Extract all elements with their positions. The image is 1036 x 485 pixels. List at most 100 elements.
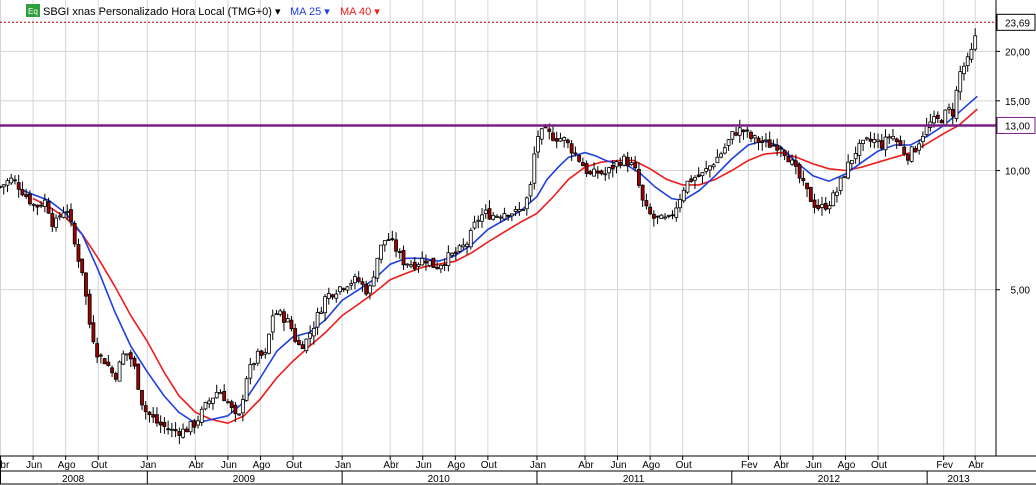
month-tick-label: Ago — [447, 460, 465, 471]
price-bar-body — [741, 129, 746, 133]
price-bar-body — [263, 352, 268, 355]
price-bar-body — [379, 244, 384, 260]
price-bar-body — [745, 129, 750, 132]
price-bar-body — [229, 401, 234, 408]
price-bar-body — [958, 71, 963, 93]
year-label: 2011 — [623, 474, 645, 485]
price-bar-body — [767, 139, 772, 148]
ma25-legend[interactable]: MA 25 ▾ — [290, 6, 330, 18]
price-bar-body — [46, 201, 51, 214]
price-bar — [117, 360, 122, 382]
price-bar-body — [539, 128, 544, 140]
price-bar-body — [13, 179, 17, 182]
month-tick-label: Abr — [774, 460, 790, 471]
price-bar-body — [57, 215, 62, 218]
month-tick-label: Abr — [968, 460, 984, 471]
price-bar-body — [252, 363, 256, 366]
price-bar — [72, 220, 77, 248]
price-bar-body — [349, 283, 354, 286]
price-bar — [102, 357, 107, 365]
price-bar-body — [973, 35, 978, 50]
price-bar-body — [495, 215, 499, 218]
price-bar-body — [950, 109, 955, 117]
price-bar — [521, 208, 525, 211]
price-bar — [577, 154, 582, 163]
price-bar-body — [838, 177, 843, 191]
price-tick-label: 10,00 — [1005, 167, 1030, 178]
price-bar-body — [924, 125, 929, 136]
price-bar-body — [898, 140, 903, 146]
price-bar-body — [31, 203, 36, 206]
price-bar-body — [237, 413, 242, 416]
price-tick-label: 5,00 — [1011, 286, 1031, 297]
price-bar-body — [704, 168, 709, 172]
price-bar-body — [356, 277, 361, 282]
price-bar-body — [155, 414, 159, 424]
price-bar-body — [367, 285, 372, 294]
price-bar-body — [255, 350, 260, 364]
year-label: 2013 — [948, 474, 971, 485]
price-bar — [87, 289, 92, 329]
price-bar-body — [140, 389, 144, 406]
price-bar-body — [618, 162, 623, 166]
month-tick-label: Jan — [335, 460, 351, 471]
ma40-legend[interactable]: MA 40 ▾ — [340, 6, 380, 18]
price-bar-body — [453, 251, 458, 254]
price-tick-label: 20,00 — [1005, 47, 1030, 58]
price-axis-panel — [996, 0, 1036, 456]
price-bar — [808, 186, 813, 202]
price-bar-body — [69, 209, 73, 222]
chart-legend: Eq SBGI xnas Personalizado Hora Local (T… — [26, 4, 380, 18]
price-bar-body — [420, 257, 425, 266]
price-bar-body — [659, 214, 664, 219]
price-bar-body — [939, 120, 944, 124]
price-bar-body — [405, 263, 410, 266]
price-bar-body — [876, 139, 880, 142]
price-bar-body — [5, 180, 10, 186]
year-label: 2010 — [428, 474, 451, 485]
price-bar-body — [240, 399, 245, 414]
price-bar-body — [375, 257, 380, 279]
month-tick-label: Jun — [26, 460, 42, 471]
price-bar-body — [513, 209, 518, 213]
price-bar-body — [222, 391, 227, 402]
price-bar-body — [465, 243, 469, 247]
month-tick-label: Ago — [642, 460, 660, 471]
price-bar-body — [244, 378, 249, 401]
price-bar-body — [207, 400, 212, 405]
price-bar-body — [674, 207, 679, 218]
price-bar-body — [700, 172, 705, 177]
last-price-tag-label: 23,69 — [1005, 18, 1030, 29]
price-bar-body — [214, 391, 219, 399]
price-bar-body — [711, 164, 716, 168]
price-bar-body — [648, 206, 653, 215]
price-bar-body — [969, 49, 974, 60]
price-bar-body — [188, 421, 193, 433]
symbol-title[interactable]: SBGI xnas Personalizado Hora Local (TMG+… — [43, 6, 281, 18]
price-bar-body — [715, 156, 720, 164]
price-bar-body — [196, 420, 200, 426]
price-bar-body — [61, 212, 66, 218]
symbol-dropdown-icon: ▾ — [275, 6, 281, 18]
price-bar-body — [457, 245, 462, 252]
price-bar-body — [76, 244, 81, 262]
month-tick-label: Out — [286, 460, 302, 471]
price-bar-body — [592, 168, 596, 177]
month-tick-label: Out — [91, 460, 107, 471]
price-bar-body — [397, 251, 402, 254]
price-bar-body — [853, 153, 858, 160]
price-bar-body — [353, 276, 357, 284]
price-bar-body — [756, 137, 761, 143]
price-bar-body — [386, 239, 391, 241]
price-bar-body — [902, 146, 907, 155]
price-bar-body — [345, 286, 350, 291]
price-bar — [685, 180, 690, 194]
year-label: 2009 — [233, 474, 256, 485]
price-bar-body — [801, 178, 806, 182]
price-bar-body — [551, 132, 555, 141]
price-bar-body — [125, 353, 129, 356]
price-bar-body — [644, 200, 649, 207]
month-tick-label: Ago — [58, 460, 76, 471]
month-tick-label: Jun — [806, 460, 822, 471]
price-bar-body — [502, 213, 507, 220]
